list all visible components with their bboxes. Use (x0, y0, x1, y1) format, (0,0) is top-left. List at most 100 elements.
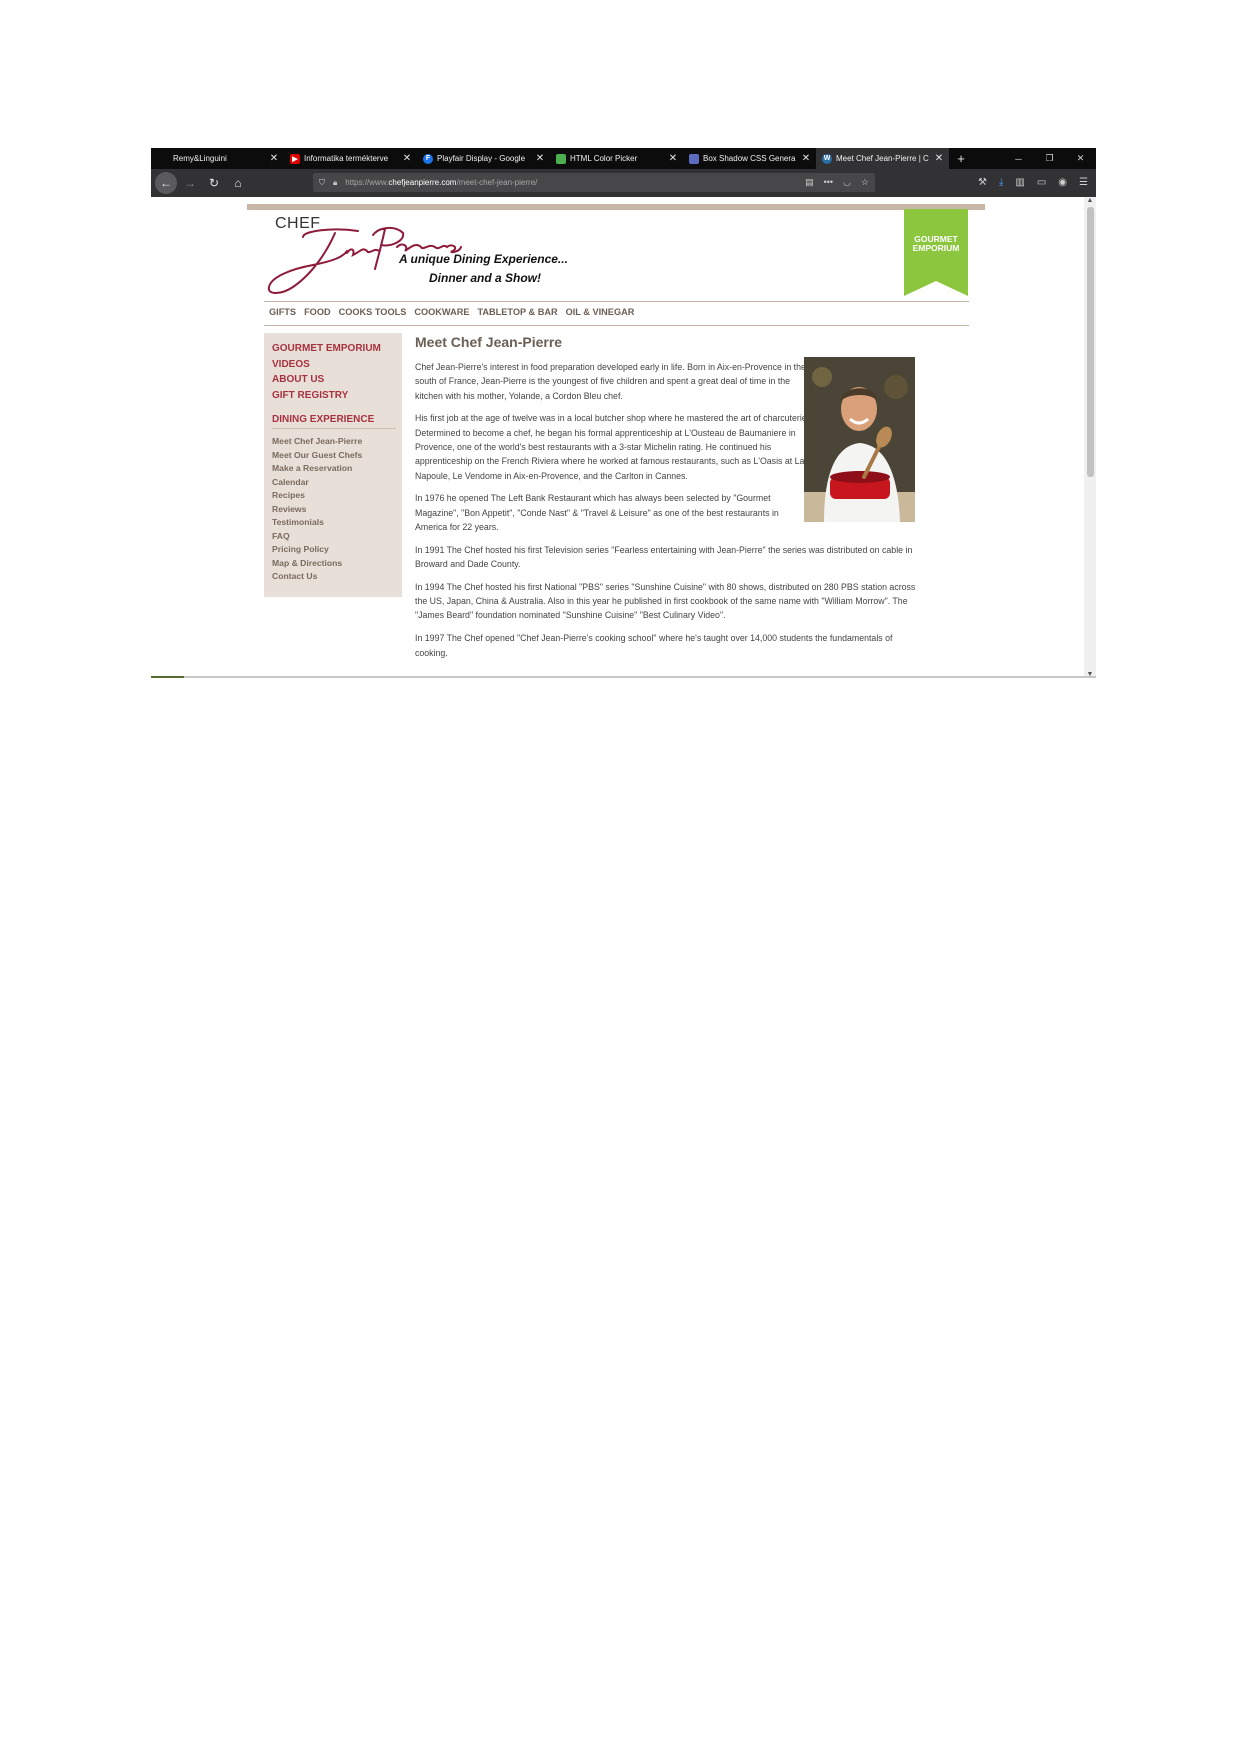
url-host: chefjeanpierre.com (388, 178, 457, 187)
page-viewport: CHEF A unique Dining Experience... Dinne… (151, 197, 1096, 678)
tab-title: Informatika termékterve (304, 154, 389, 163)
close-icon[interactable]: ✕ (667, 153, 679, 164)
sidebar-item-pricing[interactable]: Pricing Policy (272, 543, 362, 557)
bio-paragraph: In 1991 The Chef hosted his first Televi… (415, 544, 913, 570)
main-nav: GIFTS FOOD COOKS TOOLS COOKWARE TABLETOP… (269, 307, 634, 317)
tab-title: Box Shadow CSS Genera (703, 154, 796, 163)
sidebar-item-recipes[interactable]: Recipes (272, 489, 362, 503)
sidebar-item-videos[interactable]: VIDEOS (272, 357, 381, 373)
box-shadow-icon (689, 153, 699, 164)
back-icon[interactable]: ← (155, 172, 177, 194)
library-icon[interactable]: ▥ (1015, 177, 1024, 188)
nav-gifts[interactable]: GIFTS (269, 307, 296, 317)
sidebar-item-faq[interactable]: FAQ (272, 530, 362, 544)
close-icon[interactable]: ✕ (933, 153, 945, 164)
browser-window: Remy&Linguini ✕ ▶ Informatika termékterv… (151, 148, 1096, 678)
google-fonts-icon: F (423, 153, 433, 164)
close-icon[interactable]: ✕ (401, 153, 413, 164)
sidebar-item-map[interactable]: Map & Directions (272, 557, 362, 571)
sidebar-item-reviews[interactable]: Reviews (272, 503, 362, 517)
toolbar-right: ⚒ ⤓ ▥ ▭ ◉ ☰ (978, 173, 1088, 192)
tab-meet-chef[interactable]: W Meet Chef Jean-Pierre | C ✕ (816, 148, 949, 169)
page-title: Meet Chef Jean-Pierre (415, 334, 563, 350)
tab-title: Remy&Linguini (173, 154, 227, 163)
shield-icon[interactable]: ⛉ (319, 178, 325, 188)
bookmark-star-icon[interactable]: ☆ (861, 177, 869, 188)
close-window-icon[interactable]: ✕ (1065, 148, 1096, 169)
tagline-1: A unique Dining Experience... (399, 252, 568, 266)
bottom-accent (151, 676, 184, 678)
nav-food[interactable]: FOOD (304, 307, 331, 317)
address-bar[interactable]: ⛉ 🔒︎ https://www. chefjeanpierre.com/meet… (313, 173, 875, 192)
download-icon[interactable]: ⤓ (999, 177, 1003, 188)
restore-icon[interactable]: ❐ (1034, 148, 1065, 169)
nav-cooks-tools[interactable]: COOKS TOOLS (339, 307, 407, 317)
pocket-icon[interactable]: ◡ (843, 177, 851, 188)
reader-view-icon[interactable]: ▤ (805, 177, 814, 188)
sidebar-heading-dining[interactable]: DINING EXPERIENCE (272, 414, 374, 425)
scrollbar-thumb[interactable] (1087, 207, 1094, 477)
tab-box-shadow[interactable]: Box Shadow CSS Genera ✕ (683, 148, 816, 169)
tab-color-picker[interactable]: HTML Color Picker ✕ (550, 148, 683, 169)
tab-informatika[interactable]: ▶ Informatika termékterve ✕ (284, 148, 417, 169)
home-icon[interactable]: ⌂ (227, 172, 249, 194)
youtube-icon: ▶ (290, 153, 300, 164)
tools-icon[interactable]: ⚒ (978, 177, 987, 188)
window-controls: ─ ❐ ✕ (1003, 148, 1096, 169)
minimize-icon[interactable]: ─ (1003, 148, 1034, 169)
nav-divider-top (264, 301, 969, 302)
nav-tabletop-bar[interactable]: TABLETOP & BAR (477, 307, 557, 317)
close-icon[interactable]: ✕ (800, 153, 812, 164)
sidebar-item-guest-chefs[interactable]: Meet Our Guest Chefs (272, 449, 362, 463)
sidebar-item-reservation[interactable]: Make a Reservation (272, 462, 362, 476)
menu-icon[interactable]: ☰ (1079, 177, 1088, 188)
sidebar-item-gourmet-emporium[interactable]: GOURMET EMPORIUM (272, 341, 381, 357)
account-icon[interactable]: ◉ (1058, 177, 1067, 188)
sidebar-divider (272, 428, 396, 429)
chef-photo (804, 357, 915, 522)
sidebar-item-meet-chef[interactable]: Meet Chef Jean-Pierre (272, 435, 362, 449)
ribbon-line-2: EMPORIUM (912, 243, 960, 253)
close-icon[interactable]: ✕ (534, 153, 546, 164)
wordpress-icon: W (822, 153, 832, 164)
sidebar-icon[interactable]: ▭ (1037, 177, 1046, 188)
gourmet-emporium-ribbon[interactable]: GOURMET EMPORIUM (904, 209, 968, 296)
bio-paragraph: In 1994 The Chef hosted his first Nation… (415, 581, 916, 621)
sidebar-item-contact[interactable]: Contact Us (272, 570, 362, 584)
lock-icon[interactable]: 🔒︎ (333, 178, 337, 188)
page-actions-icon[interactable]: ••• (824, 177, 833, 188)
tab-remy-linguini[interactable]: Remy&Linguini ✕ (151, 148, 284, 169)
nav-cookware[interactable]: COOKWARE (414, 307, 469, 317)
sidebar-item-testimonials[interactable]: Testimonials (272, 516, 362, 530)
page-scrollbar[interactable]: ▲ ▼ (1084, 197, 1096, 678)
forward-icon[interactable]: → (179, 172, 201, 194)
bio-paragraph: In 1976 he opened The Left Bank Restaura… (415, 493, 779, 532)
sidebar-primary-links: GOURMET EMPORIUM VIDEOS ABOUT US GIFT RE… (272, 341, 381, 403)
tab-title: Meet Chef Jean-Pierre | C (836, 154, 929, 163)
url-prefix: https://www. (345, 178, 389, 187)
bio-paragraph: His first job at the age of twelve was i… (415, 413, 810, 481)
header-strip (247, 204, 985, 210)
nav-oil-vinegar[interactable]: OIL & VINEGAR (566, 307, 635, 317)
bio-paragraph: In 1997 The Chef opened "Chef Jean-Pierr… (415, 633, 893, 658)
close-icon[interactable]: ✕ (268, 153, 280, 164)
tagline-2: Dinner and a Show! (429, 271, 542, 285)
sidebar-item-gift-registry[interactable]: GIFT REGISTRY (272, 388, 381, 404)
sidebar: GOURMET EMPORIUM VIDEOS ABOUT US GIFT RE… (264, 333, 402, 597)
viewport-bottom-edge (151, 676, 1096, 678)
tab-title: Playfair Display - Google (437, 154, 526, 163)
url-path: /meet-chef-jean-pierre/ (456, 178, 538, 187)
sidebar-item-calendar[interactable]: Calendar (272, 476, 362, 490)
new-tab-button[interactable]: + (949, 148, 973, 169)
nav-divider-bottom (264, 325, 969, 326)
chef-portrait-image (804, 357, 915, 522)
sidebar-dining-links: Meet Chef Jean-Pierre Meet Our Guest Che… (272, 435, 362, 584)
tab-title: HTML Color Picker (570, 154, 638, 163)
ribbon-text: GOURMET EMPORIUM (904, 235, 968, 253)
tab-strip: Remy&Linguini ✕ ▶ Informatika termékterv… (151, 148, 1096, 169)
sidebar-item-about-us[interactable]: ABOUT US (272, 372, 381, 388)
scroll-up-icon[interactable]: ▲ (1084, 197, 1096, 204)
tab-playfair[interactable]: F Playfair Display - Google ✕ (417, 148, 550, 169)
color-picker-icon (556, 153, 566, 164)
reload-icon[interactable]: ↻ (203, 172, 225, 194)
